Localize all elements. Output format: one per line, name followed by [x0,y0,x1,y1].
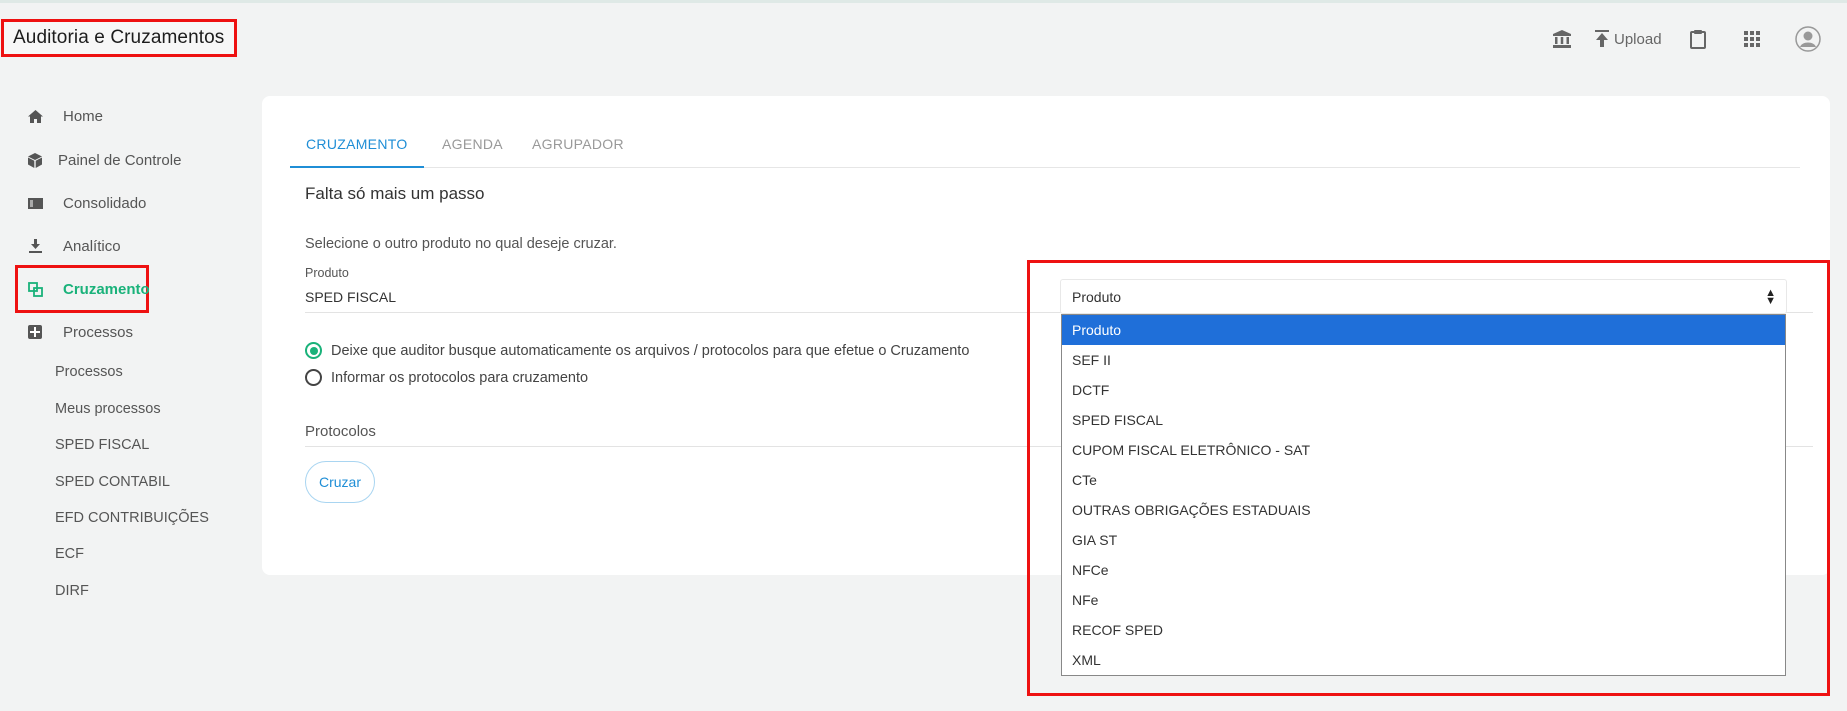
sidebar-item-processos[interactable]: Processos [16,312,226,352]
card-icon [26,194,44,212]
sidebar-item-label: Cruzamento [63,280,150,298]
dropdown-highlight [1027,260,1830,696]
tab-cruzamento[interactable]: CRUZAMENTO [290,126,424,168]
product-field-label: Produto [305,266,349,280]
protocols-label: Protocolos [305,423,376,440]
clipboard-icon[interactable] [1690,26,1706,52]
bank-icon[interactable] [1552,26,1572,52]
tab-bar: CRUZAMENTO AGENDA AGRUPADOR [290,126,1800,168]
radio-label: Informar os protocolos para cruzamento [331,369,589,386]
apps-grid-icon[interactable] [1744,26,1760,52]
sidebar-subitem-sped-contabil[interactable]: SPED CONTABIL [55,474,170,490]
cruzar-button[interactable]: Cruzar [305,461,375,503]
radio-label: Deixe que auditor busque automaticamente… [331,342,970,359]
sidebar-item-analitico[interactable]: Analítico [16,226,226,266]
instruction-text: Selecione o outro produto no qual deseje… [305,236,617,252]
radio-auto-search[interactable]: Deixe que auditor busque automaticamente… [305,342,969,359]
sidebar-item-label: Processos [63,323,134,341]
sidebar-item-label: Analítico [63,237,121,255]
top-border [0,0,1847,3]
user-avatar-icon[interactable] [1795,26,1821,52]
box-icon [26,151,44,169]
download-icon [26,237,44,255]
upload-button[interactable]: Upload [1594,26,1662,52]
sidebar-item-label: Home [63,107,104,125]
upload-icon [1595,30,1609,47]
product-field-value[interactable]: SPED FISCAL [305,289,396,305]
sidebar-item-consolidado[interactable]: Consolidado [16,183,226,223]
upload-label: Upload [1614,30,1662,48]
tab-agrupador[interactable]: AGRUPADOR [516,126,640,168]
sidebar-item-home[interactable]: Home [16,96,226,136]
sidebar-item-label: Painel de Controle [58,151,182,169]
header-toolbar: Upload [0,26,1847,56]
sidebar-item-painel[interactable]: Painel de Controle [16,140,226,180]
sidebar-item-label: Consolidado [63,194,147,212]
sidebar-subitem-dirf[interactable]: DIRF [55,583,89,599]
radio-unchecked-icon[interactable] [305,369,322,386]
cross-grid-icon [26,280,44,298]
sidebar-subitem-processos[interactable]: Processos [55,364,123,380]
step-title: Falta só mais um passo [305,184,485,203]
tab-agenda[interactable]: AGENDA [426,126,519,168]
radio-checked-icon[interactable] [305,342,322,359]
puzzle-icon [26,323,44,341]
home-icon [26,107,44,125]
radio-inform-protocols[interactable]: Informar os protocolos para cruzamento [305,369,588,386]
sidebar-subitem-efd-contribuicoes[interactable]: EFD CONTRIBUIÇÕES [55,510,209,526]
sidebar-subitem-meus-processos[interactable]: Meus processos [55,401,161,417]
sidebar-subitem-sped-fiscal[interactable]: SPED FISCAL [55,437,149,453]
sidebar-item-cruzamento[interactable]: Cruzamento [16,269,226,309]
sidebar-subitem-ecf[interactable]: ECF [55,546,84,562]
